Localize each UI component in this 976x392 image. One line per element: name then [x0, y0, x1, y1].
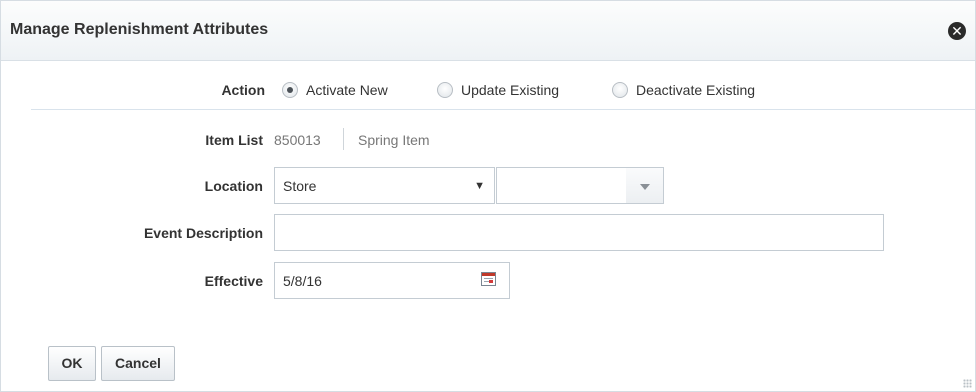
item-list-divider — [343, 128, 344, 150]
dropdown-triangle-icon — [640, 184, 650, 190]
item-list-name: Spring Item — [358, 132, 430, 148]
item-list-id: 850013 — [274, 132, 321, 148]
radio-label-deactivate-existing: Deactivate Existing — [636, 82, 756, 98]
radio-label-activate-new: Activate New — [306, 82, 388, 98]
chevron-down-icon: ▼ — [474, 180, 485, 192]
radio-button-deactivate-existing[interactable] — [612, 82, 628, 98]
radio-button-update-existing[interactable] — [437, 82, 453, 98]
location-type-value: Store — [283, 178, 317, 194]
section-separator — [31, 109, 975, 110]
ok-button[interactable]: OK — [48, 346, 96, 381]
replenishment-dialog: Manage Replenishment Attributes ✕ Action… — [0, 0, 976, 392]
location-type-select[interactable]: Store ▼ — [274, 167, 495, 204]
event-description-label: Event Description — [143, 225, 263, 241]
event-description-input[interactable] — [274, 214, 884, 251]
calendar-icon[interactable] — [481, 272, 496, 286]
effective-label: Effective — [204, 273, 263, 289]
radio-label-update-existing: Update Existing — [461, 82, 560, 98]
effective-date-input[interactable]: 5/8/16 — [274, 262, 510, 299]
location-dropdown-button[interactable] — [626, 167, 664, 204]
dialog-title: Manage Replenishment Attributes — [10, 21, 269, 38]
location-value-input[interactable] — [496, 167, 627, 204]
item-list-label: Item List — [205, 132, 263, 148]
close-icon[interactable]: ✕ — [948, 22, 966, 40]
cancel-button[interactable]: Cancel — [101, 346, 175, 381]
resize-grip-icon[interactable] — [963, 379, 972, 388]
effective-date-value: 5/8/16 — [283, 273, 322, 289]
location-label: Location — [204, 178, 263, 194]
action-label: Action — [221, 82, 265, 98]
dialog-titlebar: Manage Replenishment Attributes ✕ — [1, 1, 975, 61]
radio-button-activate-new[interactable] — [282, 82, 298, 98]
